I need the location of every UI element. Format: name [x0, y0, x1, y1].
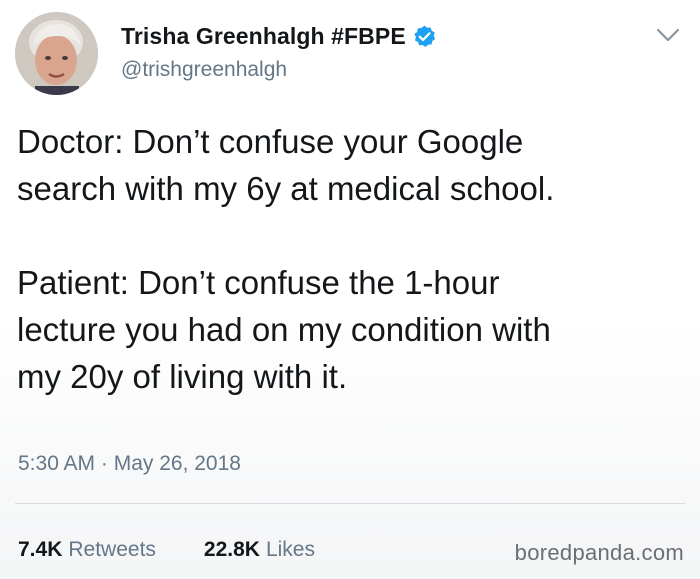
retweets-label: Retweets — [68, 538, 156, 561]
likes-count: 22.8K — [203, 538, 260, 561]
author-names: Trisha Greenhalgh #FBPE @trishgreenhalgh — [121, 20, 437, 82]
tweet-timestamp[interactable]: 5:30 AM · May 26, 2018 — [18, 452, 241, 476]
tweet-paragraph-doctor: Doctor: Don’t confuse your Google search… — [17, 123, 555, 207]
tweet-paragraph-patient: Patient: Don’t confuse the 1-hour lectur… — [17, 264, 551, 395]
tweet-header: Trisha Greenhalgh #FBPE @trishgreenhalgh — [15, 12, 685, 96]
chevron-down-icon[interactable] — [655, 26, 681, 44]
divider — [15, 503, 685, 504]
retweets-count: 7.4K — [18, 538, 63, 561]
retweets-stat[interactable]: 7.4K Retweets — [18, 538, 156, 562]
likes-label: Likes — [265, 538, 315, 561]
handle[interactable]: @trishgreenhalgh — [121, 58, 437, 82]
display-name[interactable]: Trisha Greenhalgh #FBPE — [121, 23, 406, 50]
tweet-stats: 7.4K Retweets 22.8K Likes — [18, 538, 315, 562]
watermark: boredpanda.com — [514, 540, 684, 565]
tweet-card: Trisha Greenhalgh #FBPE @trishgreenhalgh… — [0, 0, 700, 579]
verified-badge-icon — [412, 24, 437, 49]
profile-photo-icon — [15, 12, 98, 95]
tweet-text: Doctor: Don’t confuse your Google search… — [17, 118, 687, 400]
likes-stat[interactable]: 22.8K Likes — [204, 538, 315, 562]
avatar[interactable] — [15, 12, 98, 95]
